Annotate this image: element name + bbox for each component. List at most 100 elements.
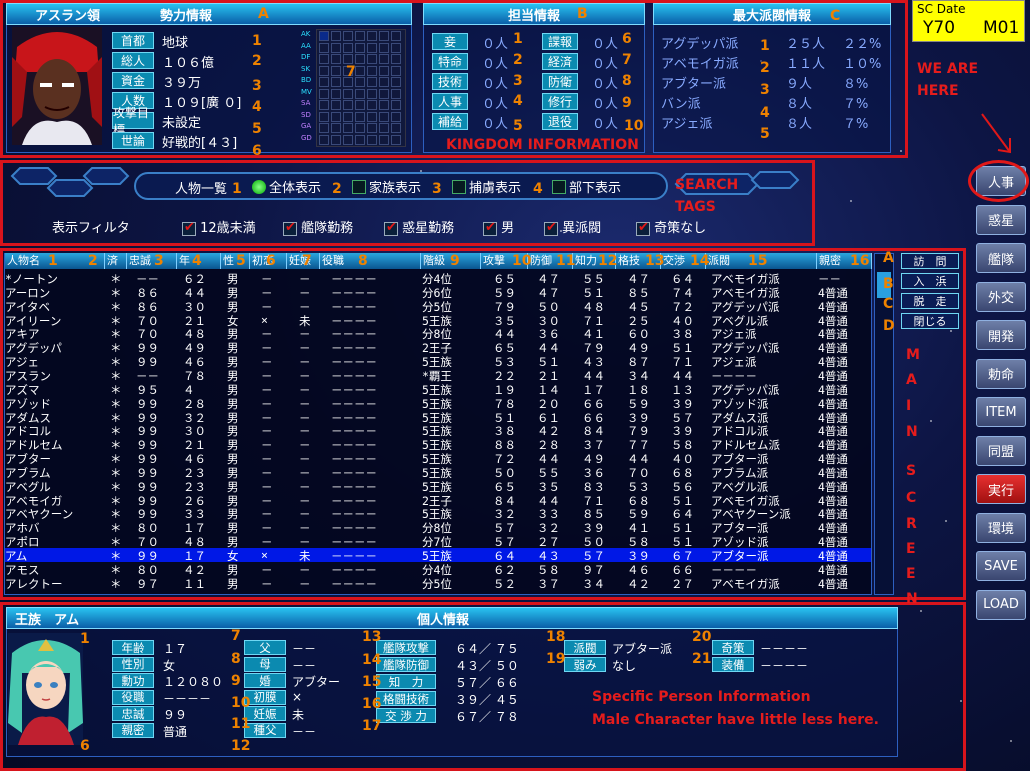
sidebar-button[interactable]: 勅命	[976, 358, 1026, 389]
checkbox-checked-icon[interactable]	[544, 220, 558, 236]
radio-off-icon[interactable]	[552, 180, 566, 194]
annotation-number: 7	[346, 64, 356, 80]
sidebar-button[interactable]: LOAD	[976, 589, 1026, 620]
checkbox-checked-icon[interactable]	[636, 220, 650, 236]
grid-cell	[367, 134, 377, 145]
annotation-number: 3	[760, 82, 770, 98]
sidebar-button[interactable]: 艦隊	[976, 243, 1026, 273]
radio-off-icon[interactable]	[452, 180, 466, 194]
table-row[interactable]: アベモイガ＊ ９９ ２６ 男－－－－－－ 2王子 ８４ ４４ ７１ ６８ ５１ アベモイガ派 4普通	[5, 493, 871, 508]
column-header[interactable]: 済	[105, 253, 127, 269]
action-button[interactable]: 脱 走	[901, 293, 959, 309]
grid-cell	[391, 54, 401, 64]
filter-checkbox[interactable]: 異派閥	[544, 217, 601, 236]
checkbox-checked-icon[interactable]	[283, 220, 297, 236]
table-row[interactable]: *ノートン＊－－ ６２ 男－－－－－－ 分4位 ６５ ４７ ５５ ４７ ６４ アベモイガ派 －－	[5, 271, 871, 286]
sidebar-button[interactable]: 同盟	[976, 435, 1026, 466]
tab-option[interactable]: 捕虜表示	[452, 177, 521, 196]
table-cell: ３４	[582, 576, 605, 591]
person-field-label: 性別	[112, 656, 154, 672]
table-row[interactable]: アレクトー＊ ９７ １１ 男－－－－－－ 分5位 ５２ ３７ ３４ ４２ ２７ アベモイガ派 4普通	[5, 576, 871, 591]
column-header[interactable]: 役職	[320, 253, 421, 269]
table-cell: －	[299, 576, 311, 591]
tab-option[interactable]: 家族表示	[352, 177, 421, 196]
action-button[interactable]: 入 浜	[901, 273, 959, 289]
table-row[interactable]: アゾッド＊ ９９ ２８ 男－－－－－－ 5王族 ７８ ２０ ６６ ５９ ３９ アゾッド派 4普通	[5, 396, 871, 411]
filter-checkbox[interactable]: 艦隊勤務	[283, 217, 353, 236]
sidebar-button[interactable]: 惑星	[976, 204, 1026, 235]
tab-list-label[interactable]: 人物一覧	[175, 178, 227, 197]
checkbox-checked-icon[interactable]	[384, 220, 398, 236]
action-button[interactable]: 閉じる	[901, 313, 959, 329]
table-row[interactable]: アホバ＊ ８０ １７ 男－－－－－－ 分8位 ５７ ３２ ３９ ４１ ５１ アブター派 4普通	[5, 520, 871, 535]
sidebar-button[interactable]: ITEM	[976, 397, 1026, 427]
sidebar-button[interactable]: 開発	[976, 320, 1026, 350]
table-row[interactable]: アポロ＊ ７０ ４８ 男－－－－－－ 分7位 ５７ ２７ ５０ ５８ ５１ アゾッド派 4普通	[5, 534, 871, 549]
sidebar-button[interactable]: 外交	[976, 281, 1026, 312]
table-row[interactable]: アダムス＊ ９９ ３２ 男－－－－－－ 5王族 ５１ ６１ ６６ ３９ ５７ アダムス派 4普通	[5, 410, 871, 425]
table-row[interactable]: アブター＊ ９９ ４６ 男－－－－－－ 5王族 ７２ ４４ ４９ ４４ ４０ アブター派 4普通	[5, 451, 871, 466]
table-row[interactable]: アスラン＊－－ ７８ 男－－－－－－ *覇王 ２２ ２１ ４４ ３４ ４４ －－－－ 4普通	[5, 368, 871, 383]
checkbox-checked-icon[interactable]	[182, 220, 196, 236]
filter-checkbox[interactable]: 奇策なし	[636, 217, 706, 236]
annotation-main-letter: N	[906, 424, 918, 440]
table-row[interactable]: アベヤクーン＊ ９９ ３３ 男－－－－－－ 5王族 ３２ ３３ ８５ ５９ ６４ アベヤクーン派 4普…	[5, 506, 871, 521]
table-row[interactable]: アブラム＊ ９９ ２３ 男－－－－－－ 5王族 ５０ ５５ ３６ ７０ ６８ アブラム派 4普通	[5, 465, 871, 480]
faction-field-label: 資金	[112, 72, 154, 89]
person-extra-label: 装備	[712, 657, 754, 672]
table-row[interactable]: アジェ＊ ９９ ４６ 男－－－－－－ 5王族 ５３ ５１ ４３ ８７ ７１ アジェ派 4普通	[5, 354, 871, 369]
grid-cell	[331, 134, 341, 145]
grid-cell	[379, 123, 389, 133]
annotation-search: SEARCH	[675, 177, 739, 193]
tab-option[interactable]: 全体表示	[252, 177, 321, 196]
grid-cell	[391, 123, 401, 133]
faction-name: バン派	[661, 97, 701, 112]
filter-checkbox[interactable]: 12歳未満	[182, 217, 256, 236]
table-row[interactable]: アモス＊ ８０ ４２ 男－－－－－－ 分4位 ６２ ５８ ９７ ４６ ６６ －－－－ 4普通	[5, 562, 871, 577]
grid-row-label: SA	[301, 99, 311, 107]
grid-cell	[379, 42, 389, 53]
table-row[interactable]: アズマ＊ ９５ ４ 男－－－－－－ 5王族 １９ １４ １７ １８ １３ アグデッパ派 4普通	[5, 382, 871, 397]
here-arrow-icon	[981, 113, 1011, 154]
person-misc-label: 派閥	[564, 640, 606, 655]
duty-value: ０人	[482, 37, 509, 52]
annotation-main-letter: S	[906, 463, 917, 479]
filter-checkbox-label: 奇策なし	[654, 221, 707, 236]
table-row[interactable]: アグデッパ＊ ９９ ４９ 男－－－－－－ 2王子 ６５ ４４ ７９ ４９ ５１ アグデッパ派 4普通	[5, 340, 871, 355]
table-row[interactable]: アイタベ＊ ８６ ３０ 男－－－－－－ 分5位 ７９ ５０ ４８ ４５ ７２ アグデッパ派 4普通	[5, 299, 871, 314]
radio-on-icon[interactable]	[252, 180, 266, 194]
table-row[interactable]: アドルセム＊ ９９ ２１ 男－－－－－－ 5王族 ８８ ２８ ３７ ７７ ５８ アドルセム派 4普通	[5, 437, 871, 452]
checkbox-checked-icon[interactable]	[483, 220, 497, 236]
filter-checkbox[interactable]: 惑星勤務	[384, 217, 454, 236]
sidebar-button[interactable]: 実行	[976, 474, 1026, 504]
faction-name: アグデッパ派	[661, 37, 739, 52]
table-cell: ＊	[110, 576, 122, 591]
table-cell: －	[261, 576, 273, 591]
tab-option[interactable]: 部下表示	[552, 177, 621, 196]
person-family-value: ×	[292, 689, 303, 704]
grid-cell	[379, 65, 389, 76]
action-button[interactable]: 訪 問	[901, 253, 959, 269]
person-field-label: 親密	[112, 722, 154, 738]
table-row[interactable]: アム＊ ９９ １７ 女 × 未－－－－ 5王族 ６４ ４３ ５７ ３９ ６７ アブター派 4普通	[5, 548, 871, 563]
annotation-number: 12	[598, 253, 618, 269]
sidebar-button[interactable]: SAVE	[976, 551, 1026, 581]
table-row[interactable]: アドコル＊ ９９ ３０ 男－－－－－－ 5王族 ３８ ４２ ８４ ７９ ３９ アドコル派 4普通	[5, 423, 871, 438]
table-row[interactable]: アベグル＊ ９９ ２３ 男－－－－－－ 5王族 ６５ ３５ ８３ ５３ ５６ アベグル派 4普通	[5, 479, 871, 494]
filter-checkbox[interactable]: 男	[483, 217, 514, 236]
grid-cell	[379, 111, 389, 122]
radio-off-icon[interactable]	[352, 180, 366, 194]
grid-cell	[379, 54, 389, 64]
sidebar-button[interactable]: 環境	[976, 512, 1026, 543]
annotation-number: 6	[80, 738, 90, 754]
annotation-number: 4	[252, 99, 262, 115]
table-row[interactable]: アイリーン＊ ７０ ２１ 女 × 未－－－－ 5王族 ３５ ３０ ７１ ２５ ４０ アベグル派 4普通	[5, 313, 871, 328]
annotation-number: 7	[622, 52, 632, 68]
column-header[interactable]: 忠誠	[127, 253, 177, 269]
person-family-value: －－	[292, 642, 317, 656]
table-row[interactable]: アーロン＊ ８６ ４４ 男－－－－－－ 分6位 ５９ ４７ ５１ ８５ ７４ アベモイガ派 4普通	[5, 285, 871, 300]
annotation-number: 1	[252, 33, 262, 49]
person-misc-value: なし	[612, 659, 637, 673]
table-row[interactable]: アキア＊ ７０ ４８ 男－－－－－－ 分8位 ４４ ３６ ４１ ６０ ３８ アジェ派 4普通	[5, 326, 871, 341]
table-cell: 分5位	[422, 576, 452, 591]
